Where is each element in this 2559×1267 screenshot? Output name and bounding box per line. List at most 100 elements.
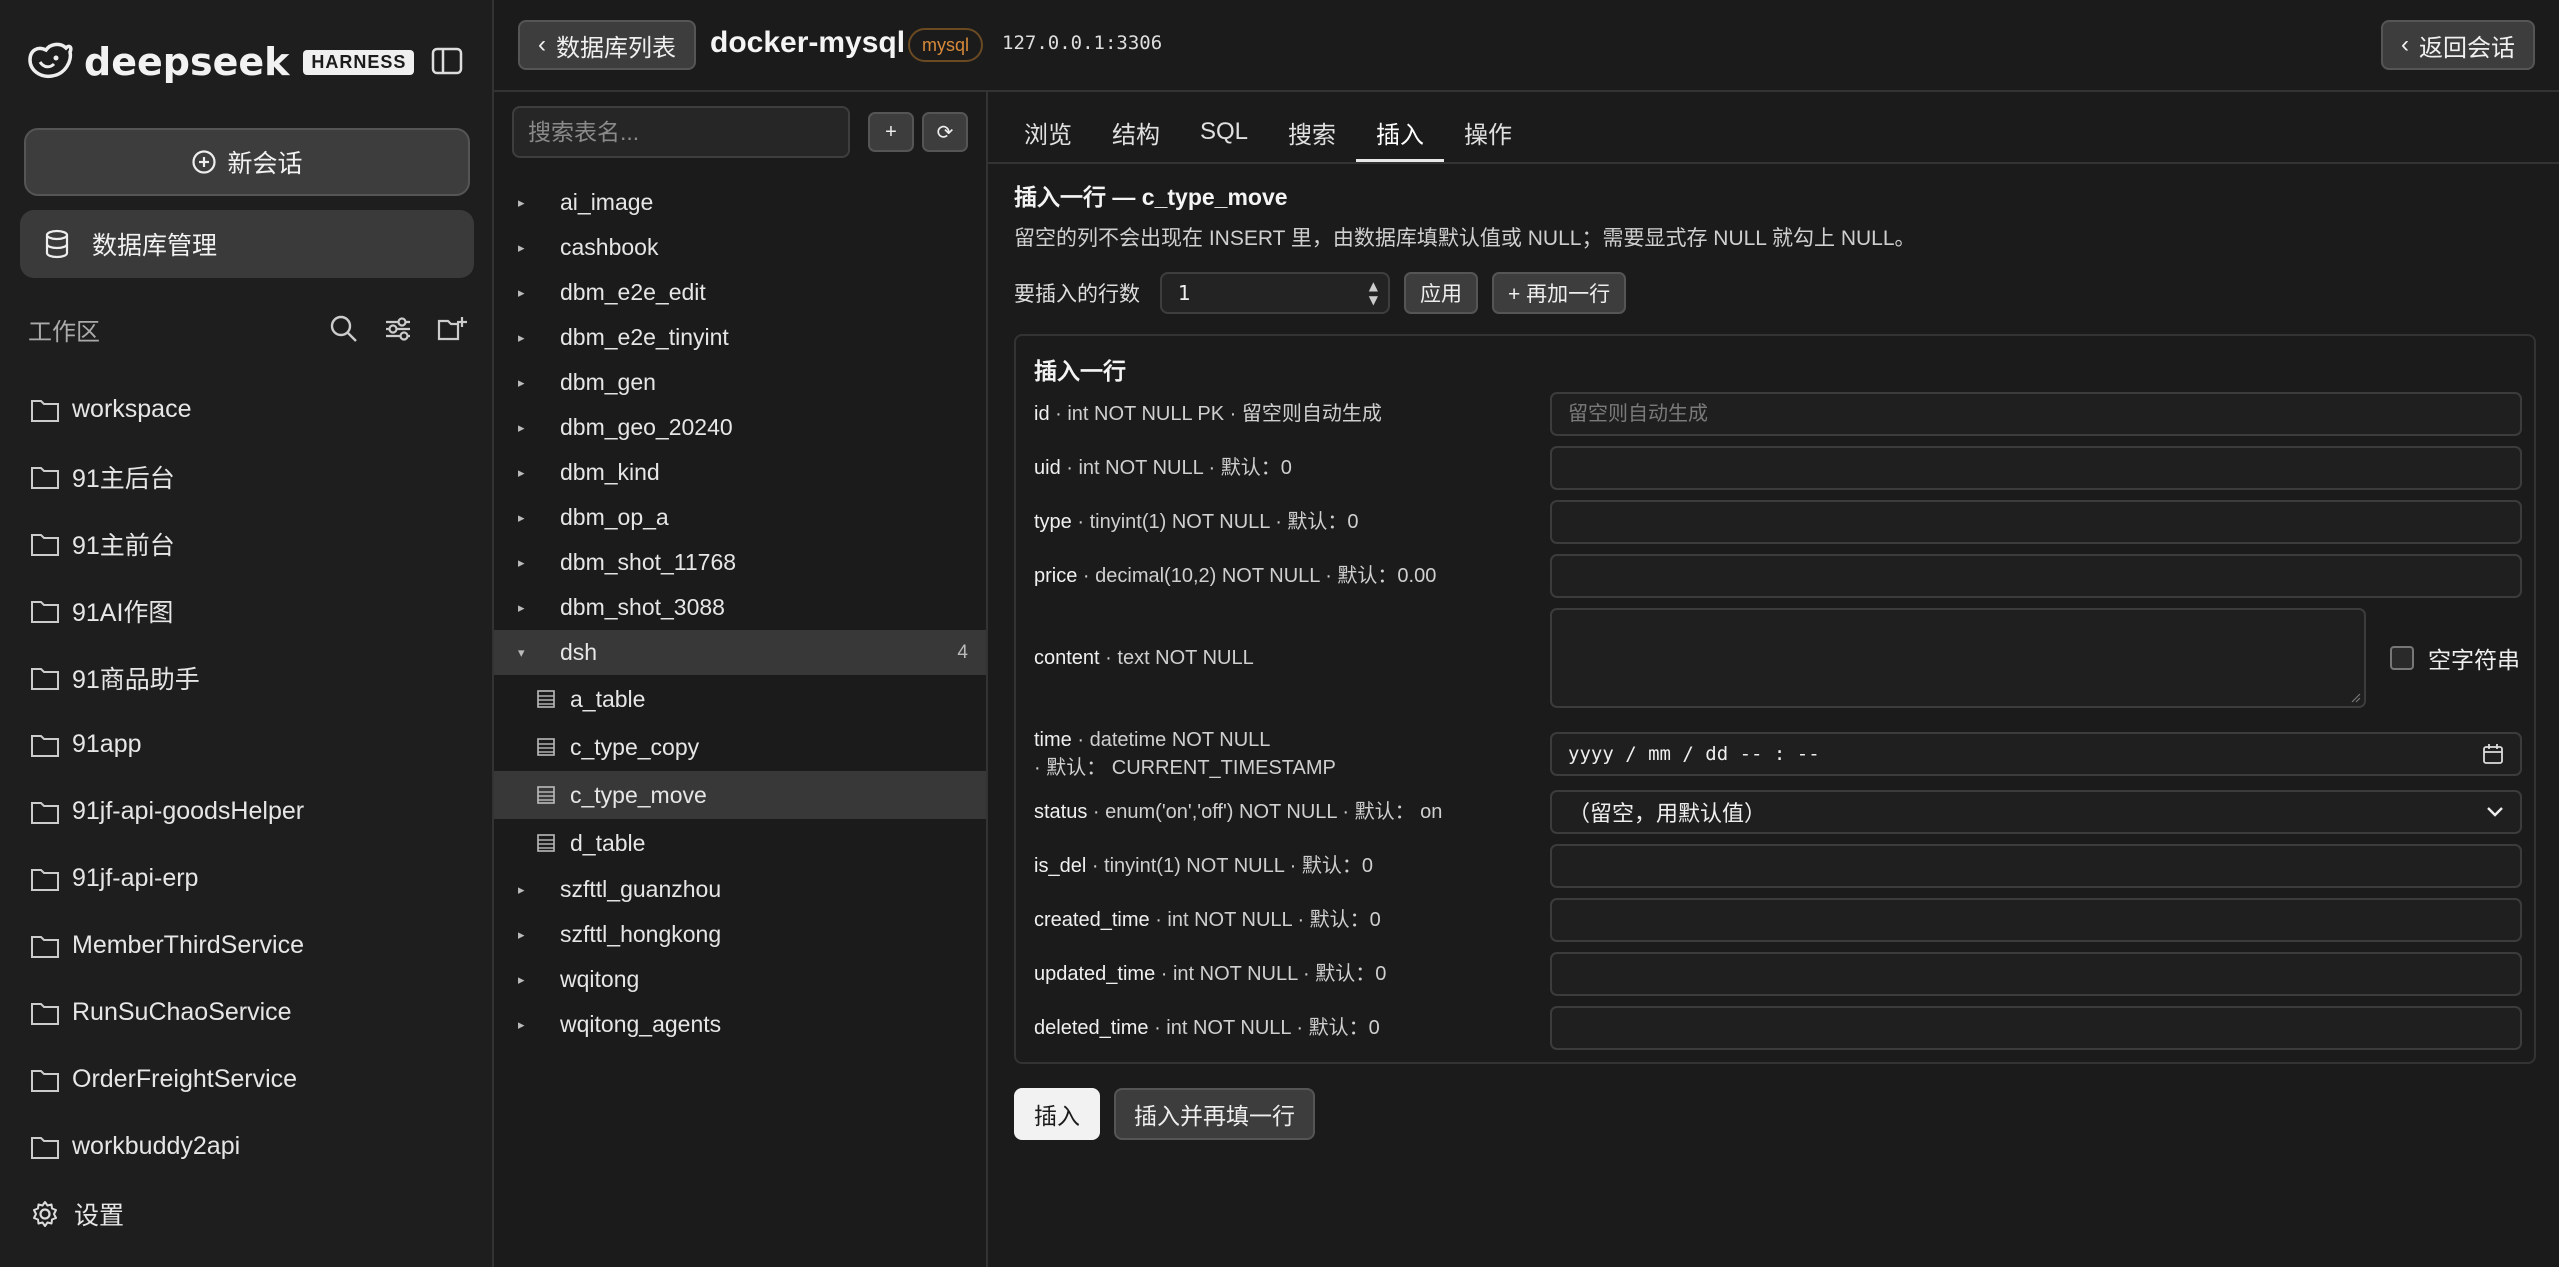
database-node[interactable]: ▸ dbm_geo_20240 — [494, 405, 986, 450]
workspace-header: 工作区 — [28, 310, 468, 348]
refresh-button[interactable]: ⟳ — [922, 112, 968, 152]
price-input[interactable] — [1550, 554, 2522, 598]
filter-sliders-icon[interactable] — [382, 313, 414, 345]
database-node[interactable]: ▸ dbm_kind — [494, 450, 986, 495]
time-datetime-input[interactable]: yyyy / mm / dd -- : -- — [1550, 732, 2522, 776]
return-to-chat-button[interactable]: ‹ 返回会话 — [2381, 20, 2535, 70]
caret-right-icon: ▸ — [518, 509, 525, 525]
database-node[interactable]: ▸ szfttl_hongkong — [494, 912, 986, 957]
workspace-item[interactable]: 91AI作图 — [30, 577, 470, 644]
type-input[interactable] — [1550, 500, 2522, 544]
table-name: c_type_copy — [570, 733, 700, 760]
caret-right-icon: ▸ — [518, 881, 525, 897]
empty-string-label: 空字符串 — [2428, 647, 2520, 673]
new-chat-button[interactable]: 新会话 — [24, 128, 470, 196]
database-node[interactable]: ▸ szfttl_guanzhou — [494, 867, 986, 912]
brand[interactable]: deepseek HARNESS — [26, 38, 415, 86]
calendar-icon[interactable] — [2482, 743, 2504, 765]
id-input[interactable] — [1550, 392, 2522, 436]
empty-string-checkbox[interactable]: 空字符串 — [2390, 641, 2520, 675]
table-node[interactable]: c_type_copy — [494, 723, 986, 771]
database-node-open[interactable]: ▾ dsh 4 — [494, 630, 986, 675]
workspace-item[interactable]: 91app — [30, 711, 470, 778]
database-name: dsh — [560, 639, 598, 665]
settings-button[interactable]: 设置 — [30, 1196, 124, 1232]
workspace-item[interactable]: OrderFreightService — [30, 1046, 470, 1113]
workspace-item[interactable]: RunSuChaoService — [30, 979, 470, 1046]
database-node[interactable]: ▸ dbm_shot_11768 — [494, 540, 986, 585]
database-node[interactable]: ▸ cashbook — [494, 225, 986, 270]
workspace-item-label: 91主后台 — [72, 464, 175, 493]
insert-button[interactable]: 插入 — [1014, 1088, 1100, 1140]
tab-sql[interactable]: SQL — [1180, 102, 1268, 162]
stepper-arrows-icon[interactable]: ▲ ▼ — [1369, 279, 1378, 307]
workspace-item[interactable]: 91主后台 — [30, 443, 470, 510]
database-name: ai_image — [560, 189, 654, 215]
field-label: is_del · tinyint(1) NOT NULL · 默认：0 — [1034, 855, 1373, 877]
database-node[interactable]: ▸ dbm_e2e_tinyint — [494, 315, 986, 360]
tab-browse[interactable]: 浏览 — [1004, 102, 1092, 162]
database-name: dbm_e2e_tinyint — [560, 324, 729, 350]
table-node[interactable]: d_table — [494, 819, 986, 867]
search-icon[interactable] — [328, 313, 360, 345]
sidebar: deepseek HARNESS 新会话 数据库管理 工作区 workspace… — [0, 0, 494, 1267]
table-node-active[interactable]: c_type_move — [494, 771, 986, 819]
workspace-item[interactable]: workbuddy2api — [30, 1113, 470, 1180]
table-node[interactable]: a_table — [494, 675, 986, 723]
apply-button[interactable]: 应用 — [1404, 272, 1478, 314]
tab-structure[interactable]: 结构 — [1092, 102, 1180, 162]
database-node[interactable]: ▸ wqitong_agents — [494, 1002, 986, 1047]
caret-right-icon: ▸ — [518, 971, 525, 987]
folder-icon — [31, 868, 59, 891]
database-node[interactable]: ▸ dbm_shot_3088 — [494, 585, 986, 630]
status-select[interactable]: （留空，用默认值） — [1550, 790, 2522, 834]
workspace-item[interactable]: MemberThirdService — [30, 912, 470, 979]
field-label: updated_time · int NOT NULL · 默认：0 — [1034, 963, 1387, 985]
field-row-is-del: is_del · tinyint(1) NOT NULL · 默认：0 — [1034, 844, 2524, 888]
workspace-item[interactable]: workspace — [30, 376, 470, 443]
database-node[interactable]: ▸ dbm_gen — [494, 360, 986, 405]
workspace-item[interactable]: 91主前台 — [30, 510, 470, 577]
workspace-item[interactable]: 91jf-api-erp — [30, 845, 470, 912]
content-textarea[interactable] — [1550, 608, 2366, 708]
workspace-item-label: 91app — [72, 730, 142, 758]
insert-and-continue-button[interactable]: 插入并再填一行 — [1114, 1088, 1315, 1140]
database-management-nav[interactable]: 数据库管理 — [20, 210, 474, 278]
sidebar-toggle-icon[interactable] — [430, 44, 464, 78]
workspace-item[interactable]: 91jf-api-goodsHelper — [30, 778, 470, 845]
database-node[interactable]: ▸ dbm_op_a — [494, 495, 986, 540]
add-folder-icon[interactable] — [436, 313, 468, 345]
add-row-button[interactable]: + 再加一行 — [1492, 272, 1627, 314]
uid-input[interactable] — [1550, 446, 2522, 490]
database-tree: ▸ ai_image ▸ cashbook ▸ dbm_e2e_edit ▸ dbm_e… — [494, 180, 986, 1047]
checkbox-box[interactable] — [2390, 646, 2414, 670]
connection-address: 127.0.0.1:3306 — [1002, 32, 1163, 54]
rows-count-stepper[interactable]: 1 ▲ ▼ — [1160, 272, 1390, 314]
tab-search[interactable]: 搜索 — [1268, 102, 1356, 162]
updated-time-input[interactable] — [1550, 952, 2522, 996]
database-node[interactable]: ▸ wqitong — [494, 957, 986, 1002]
caret-right-icon: ▸ — [518, 374, 525, 390]
database-node[interactable]: ▸ ai_image — [494, 180, 986, 225]
database-node[interactable]: ▸ dbm_e2e_edit — [494, 270, 986, 315]
rows-control: 要插入的行数 1 ▲ ▼ 应用 + 再加一行 — [1014, 272, 1627, 314]
folder-icon — [31, 600, 59, 623]
resize-grip-icon[interactable] — [2349, 691, 2361, 703]
is-del-input[interactable] — [1550, 844, 2522, 888]
caret-right-icon: ▸ — [518, 1016, 525, 1032]
folder-icon — [31, 734, 59, 757]
add-table-button[interactable]: + — [868, 112, 914, 152]
field-label: id · int NOT NULL PK · 留空则自动生成 — [1034, 403, 1382, 425]
plus-circle-icon — [192, 150, 217, 174]
caret-right-icon: ▸ — [518, 194, 525, 210]
workspace-item[interactable]: 91商品助手 — [30, 644, 470, 711]
tab-operations[interactable]: 操作 — [1444, 102, 1532, 162]
table-search-input[interactable] — [512, 106, 850, 158]
database-list-back-button[interactable]: ‹ 数据库列表 — [518, 20, 696, 70]
database-name: dbm_geo_20240 — [560, 414, 733, 440]
created-time-input[interactable] — [1550, 898, 2522, 942]
caret-right-icon: ▸ — [518, 329, 525, 345]
deleted-time-input[interactable] — [1550, 1006, 2522, 1050]
tab-insert[interactable]: 插入 — [1356, 102, 1445, 162]
field-label: uid · int NOT NULL · 默认：0 — [1034, 457, 1292, 479]
